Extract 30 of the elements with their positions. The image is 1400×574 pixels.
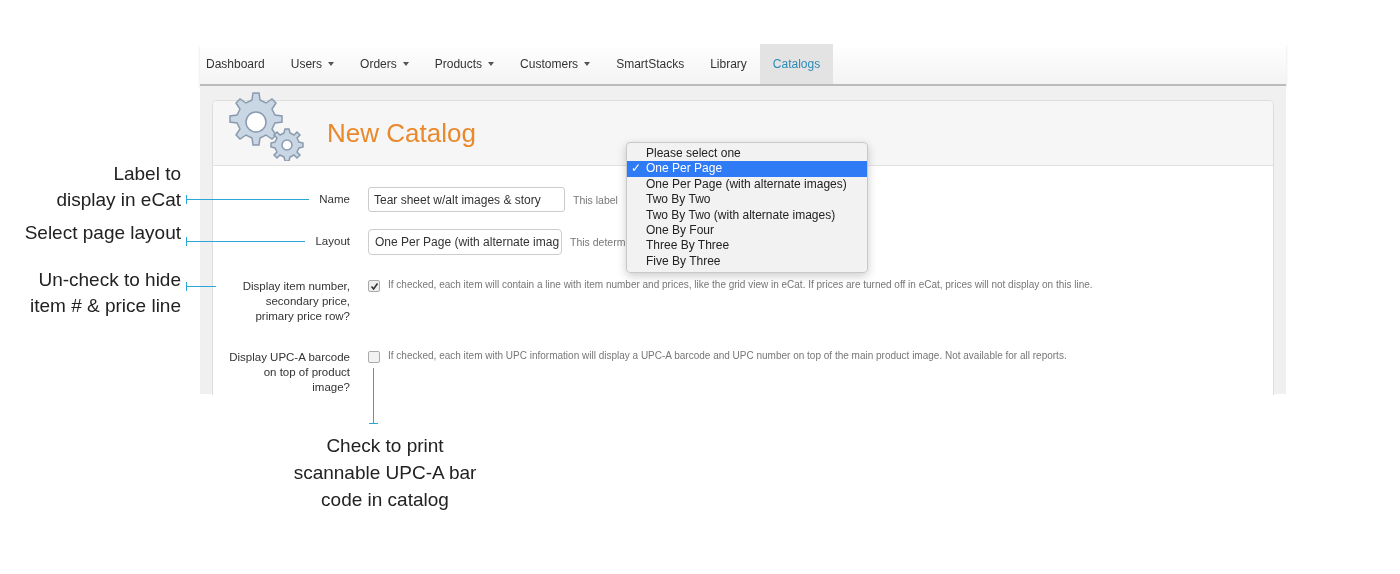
nav-tab[interactable]: Dashboard bbox=[200, 44, 278, 84]
field-label: Display item number, secondary price, primary price row? bbox=[241, 279, 350, 324]
name-input[interactable]: Tear sheet w/alt images & story bbox=[368, 187, 565, 212]
dropdown-option[interactable]: Two By Two bbox=[627, 192, 867, 208]
help-text: If checked, each item will contain a line with item number and prices, like the grid view in eCat. If prices are turned off in eCat, prices will not display on this line. bbox=[388, 279, 1093, 290]
nav-tab[interactable]: Users bbox=[277, 44, 348, 84]
nav-tab[interactable]: Orders bbox=[347, 44, 422, 84]
callout-text: Select page layout bbox=[23, 221, 181, 245]
callout-text: Un-check to hide item # & price line bbox=[29, 268, 181, 318]
nav-tab[interactable]: Library bbox=[697, 44, 760, 84]
help-text: If checked, each item with UPC information will display a UPC-A barcode and UPC number on top of the main product image. Not available for all reports. bbox=[388, 350, 1067, 361]
layout-select[interactable]: One Per Page (with alternate imag bbox=[368, 229, 562, 255]
nav-tab[interactable]: Products bbox=[421, 44, 508, 84]
dropdown-option[interactable]: Two By Two (with alternate images) bbox=[627, 207, 867, 224]
dropdown-option[interactable]: One Per Page (with alternate images) bbox=[627, 176, 867, 193]
dropdown-option[interactable]: Please select one bbox=[627, 146, 867, 162]
callout-text: Check to print scannable UPC-A bar code in catalog bbox=[292, 434, 478, 512]
help-text: This determ bbox=[570, 236, 626, 248]
help-text: This label bbox=[573, 193, 618, 206]
field-label: Display UPC-A barcode on top of product image? bbox=[228, 350, 350, 395]
nav-tab[interactable]: Customers bbox=[507, 44, 604, 84]
callout-text: Label to display in eCat bbox=[55, 162, 181, 212]
dropdown-option[interactable]: Five By Three bbox=[627, 253, 867, 270]
dropdown-option[interactable]: One By Four bbox=[627, 223, 867, 239]
dropdown-option[interactable]: Three By Three bbox=[627, 238, 867, 254]
field-label: Name bbox=[319, 192, 350, 207]
nav-tab[interactable]: SmartStacks bbox=[603, 44, 698, 84]
dropdown-option[interactable]: ✓ One Per Page bbox=[627, 161, 867, 177]
page-title: New Catalog bbox=[327, 117, 476, 149]
field-label: Layout bbox=[315, 234, 350, 249]
